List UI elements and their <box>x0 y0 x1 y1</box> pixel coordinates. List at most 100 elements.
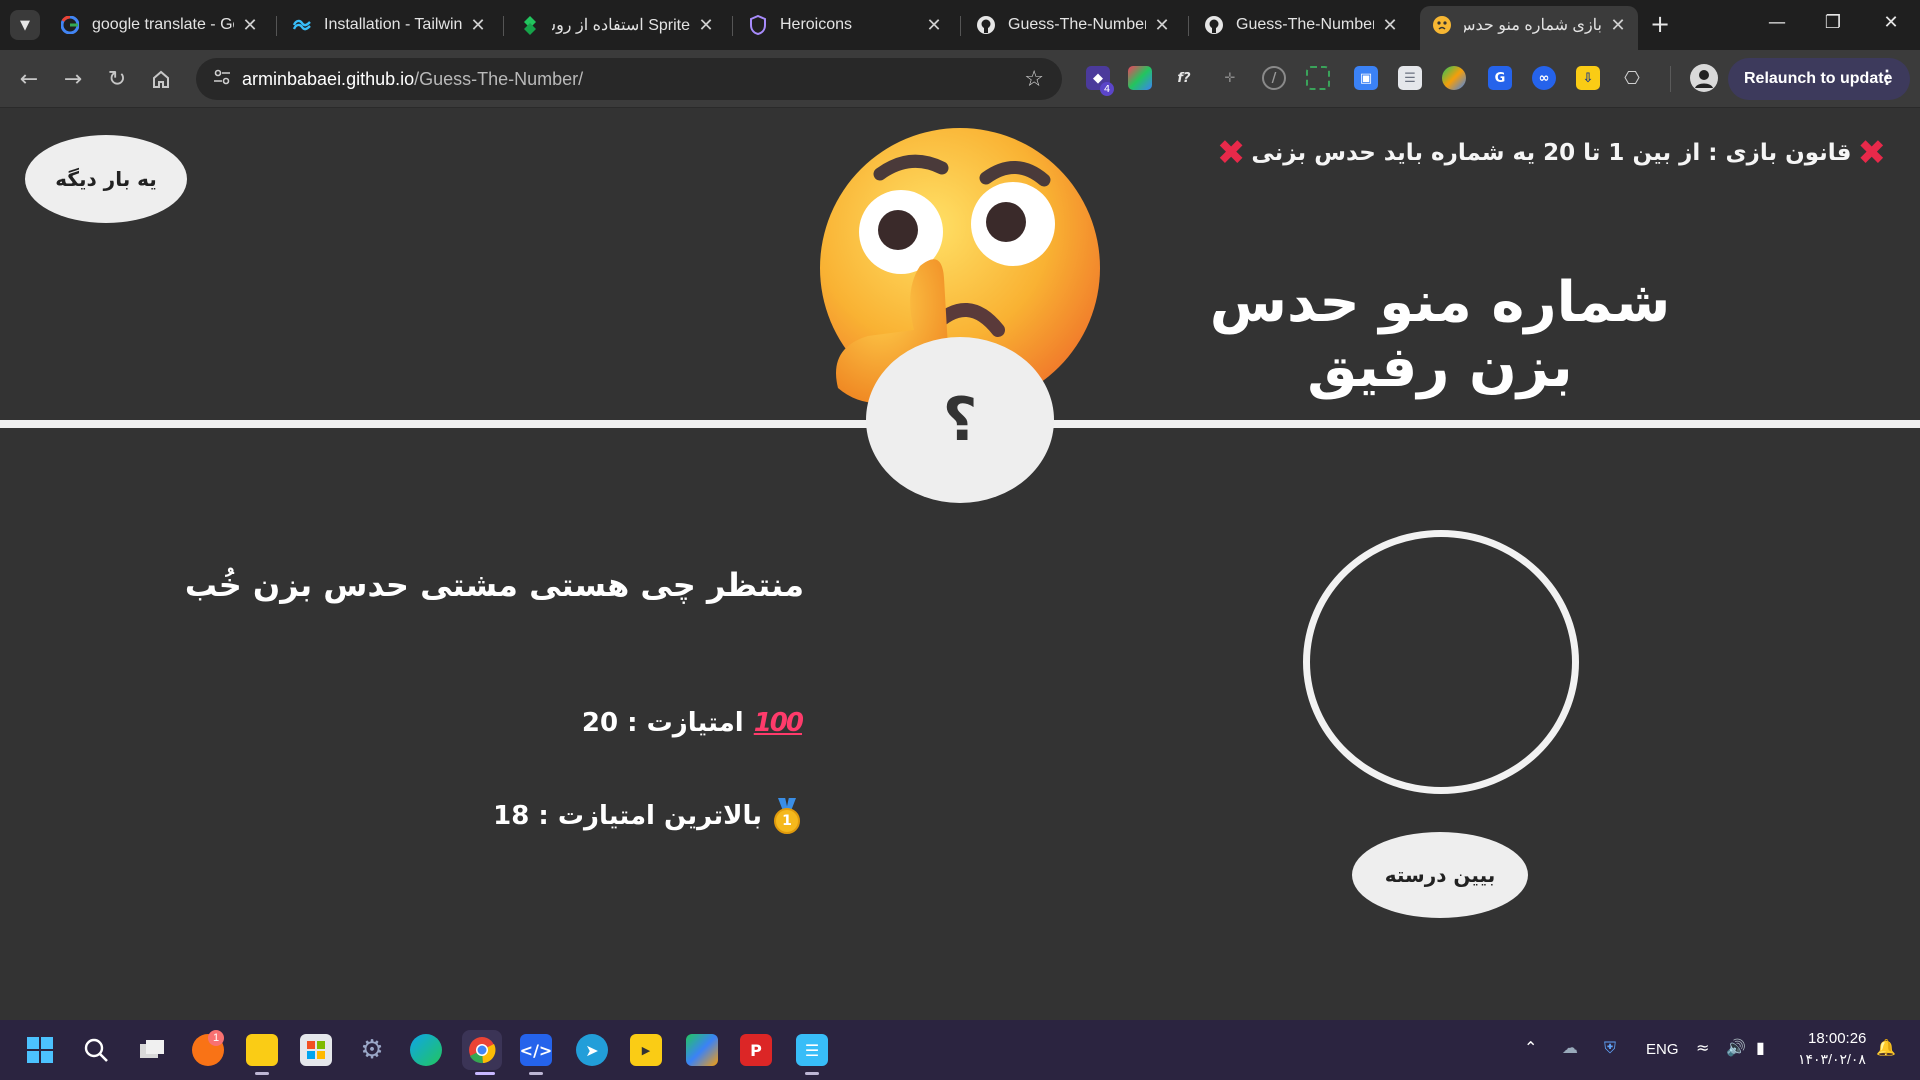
microsoft-store-icon[interactable] <box>300 1034 332 1066</box>
clock-date[interactable]: ۱۴۰۳/۰۲/۰۸ <box>1798 1051 1866 1068</box>
extension-infinity-icon[interactable]: ∞ <box>1532 66 1556 90</box>
notification-badge: 1 <box>208 1030 224 1046</box>
windows-start-icon[interactable] <box>24 1034 56 1066</box>
google-translate-extension-icon[interactable]: G <box>1488 66 1512 90</box>
clock-time[interactable]: 18:00:26 <box>1808 1030 1866 1047</box>
medal-number: 1 <box>774 808 800 834</box>
meet-app-icon[interactable] <box>686 1034 718 1066</box>
running-indicator <box>255 1072 269 1075</box>
telegram-icon[interactable]: ➤ <box>576 1034 608 1066</box>
tab-search-chevron-icon[interactable]: ▼ <box>10 10 40 40</box>
extension-move-icon[interactable]: ✛ <box>1218 66 1242 90</box>
security-shield-icon[interactable]: ⛨ <box>1604 1038 1616 1058</box>
url-text[interactable]: arminbabaei.github.io/Guess-The-Number/ <box>242 69 583 90</box>
extension-colorful-icon[interactable] <box>1128 66 1152 90</box>
settings-gear-icon[interactable]: ⚙ <box>356 1034 388 1066</box>
edge-browser-icon[interactable] <box>410 1034 442 1066</box>
tab-guess-game-active[interactable]: بازی شماره منو حدس ✕ <box>1420 6 1638 50</box>
extension-font-icon[interactable]: f? <box>1172 66 1196 90</box>
close-window-icon[interactable]: ✕ <box>1876 12 1906 33</box>
running-indicator <box>529 1072 543 1075</box>
game-page: یه بار دیگه ✖ قانون بازی : از بین 1 تا 2… <box>0 108 1920 1020</box>
extension-web-icon[interactable] <box>1442 66 1466 90</box>
forward-arrow-icon[interactable]: → <box>58 64 88 94</box>
page-title: شماره منو حدس بزن رفیق <box>1209 270 1672 400</box>
browser-toolbar: ← → ↻ arminbabaei.github.io/Guess-The-Nu… <box>0 50 1920 108</box>
media-player-icon[interactable]: ▶ <box>630 1034 662 1066</box>
url-host: arminbabaei.github.io <box>242 68 415 89</box>
tray-expand-chevron-icon[interactable]: ⌃ <box>1524 1038 1537 1057</box>
volume-icon[interactable]: 🔊 <box>1726 1038 1746 1057</box>
game-rule: ✖ قانون بازی : از بین 1 تا 20 یه شماره ب… <box>1211 136 1892 170</box>
wifi-icon[interactable]: ≈ <box>1696 1038 1709 1057</box>
github-icon <box>1204 15 1224 35</box>
onedrive-icon[interactable]: ☁ <box>1562 1038 1578 1057</box>
tab-google-translate[interactable]: google translate - Go ✕ <box>48 6 270 44</box>
chrome-browser-icon[interactable] <box>462 1030 502 1070</box>
language-indicator[interactable]: ENG <box>1646 1041 1679 1058</box>
cross-mark-icon: ✖ <box>1216 133 1246 173</box>
relaunch-to-update-button[interactable]: Relaunch to update ⋮ <box>1728 58 1910 100</box>
close-tab-icon[interactable]: ✕ <box>1608 15 1628 36</box>
file-explorer-icon[interactable] <box>246 1034 278 1066</box>
toolbar-divider <box>1670 66 1671 92</box>
tailwind-icon <box>292 15 312 35</box>
google-icon <box>60 15 80 35</box>
site-info-icon[interactable] <box>202 69 242 89</box>
notifications-bell-icon[interactable]: 🔔 <box>1876 1038 1896 1057</box>
tab-title: Guess-The-Number/ <box>1236 16 1374 33</box>
thinking-emoji-icon <box>1432 15 1452 35</box>
extension-compass-icon[interactable]: / <box>1262 66 1286 90</box>
tab-title: Guess-The-Number/ <box>1008 16 1146 33</box>
running-indicator <box>805 1072 819 1075</box>
task-view-icon[interactable] <box>136 1034 168 1066</box>
search-icon[interactable] <box>80 1034 112 1066</box>
high-score: 1 بالاترین امتیازت : 18 <box>493 798 802 834</box>
close-tab-icon[interactable]: ✕ <box>1380 15 1400 36</box>
bookmark-star-icon[interactable]: ☆ <box>1024 67 1044 92</box>
close-tab-icon[interactable]: ✕ <box>924 15 944 36</box>
profile-avatar[interactable] <box>1690 64 1718 92</box>
score: 100 امتیازت : 20 <box>582 708 804 738</box>
notepad-icon[interactable]: ☰ <box>796 1034 828 1066</box>
tab-github-1[interactable]: Guess-The-Number/ ✕ <box>964 6 1182 44</box>
windows-taskbar: 1 ⚙ </> ➤ ▶ P ☰ ⌃ ☁ ⛨ ENG ≈ 🔊 ▮ 18:00:26… <box>0 1020 1920 1080</box>
back-arrow-icon[interactable]: ← <box>14 64 44 94</box>
close-tab-icon[interactable]: ✕ <box>696 15 716 36</box>
close-tab-icon[interactable]: ✕ <box>1152 15 1172 36</box>
battery-icon[interactable]: ▮ <box>1756 1038 1765 1057</box>
extensions-puzzle-icon[interactable]: ⎔ <box>1620 66 1644 90</box>
extension-download-icon[interactable]: ⇩ <box>1576 66 1600 90</box>
active-app-indicator <box>475 1072 495 1075</box>
minimize-icon[interactable]: — <box>1762 12 1792 33</box>
check-guess-button[interactable]: بیین درسته <box>1352 832 1528 918</box>
psiphon-app-icon[interactable]: P <box>740 1034 772 1066</box>
extension-docs-icon[interactable]: ▣ <box>1354 66 1378 90</box>
cross-mark-icon: ✖ <box>1857 133 1887 173</box>
tab-github-2[interactable]: Guess-The-Number/ ✕ <box>1192 6 1410 44</box>
tab-separator <box>503 16 504 36</box>
tab-tailwind[interactable]: Installation - Tailwin ✕ <box>280 6 498 44</box>
more-menu-icon[interactable]: ⋮ <box>1878 67 1896 88</box>
close-tab-icon[interactable]: ✕ <box>240 15 260 36</box>
vscode-icon[interactable]: </> <box>520 1034 552 1066</box>
extension-notes-icon[interactable]: ☰ <box>1398 66 1422 90</box>
tab-separator <box>732 16 733 36</box>
play-again-button[interactable]: یه بار دیگه <box>25 135 187 223</box>
high-score-text: بالاترین امتیازت : 18 <box>493 801 762 831</box>
tab-heroicons[interactable]: Heroicons ✕ <box>736 6 954 44</box>
heroicons-icon <box>748 15 768 35</box>
tab-title: Installation - Tailwin <box>324 16 462 33</box>
restore-icon[interactable]: ❐ <box>1818 12 1848 33</box>
close-tab-icon[interactable]: ✕ <box>468 15 488 36</box>
address-bar[interactable]: arminbabaei.github.io/Guess-The-Number/ … <box>196 58 1062 100</box>
guess-input[interactable] <box>1303 530 1579 794</box>
gold-medal-icon: 1 <box>772 798 802 834</box>
home-icon[interactable] <box>146 64 176 94</box>
github-icon <box>976 15 996 35</box>
tab-title: بازی شماره منو حدس <box>1464 17 1602 34</box>
reload-icon[interactable]: ↻ <box>102 64 132 94</box>
tab-sprite[interactable]: Sprite استفاده از روش ✕ <box>508 6 726 44</box>
extension-screenshot-icon[interactable] <box>1306 66 1330 90</box>
new-tab-plus-icon[interactable]: + <box>1650 12 1670 36</box>
